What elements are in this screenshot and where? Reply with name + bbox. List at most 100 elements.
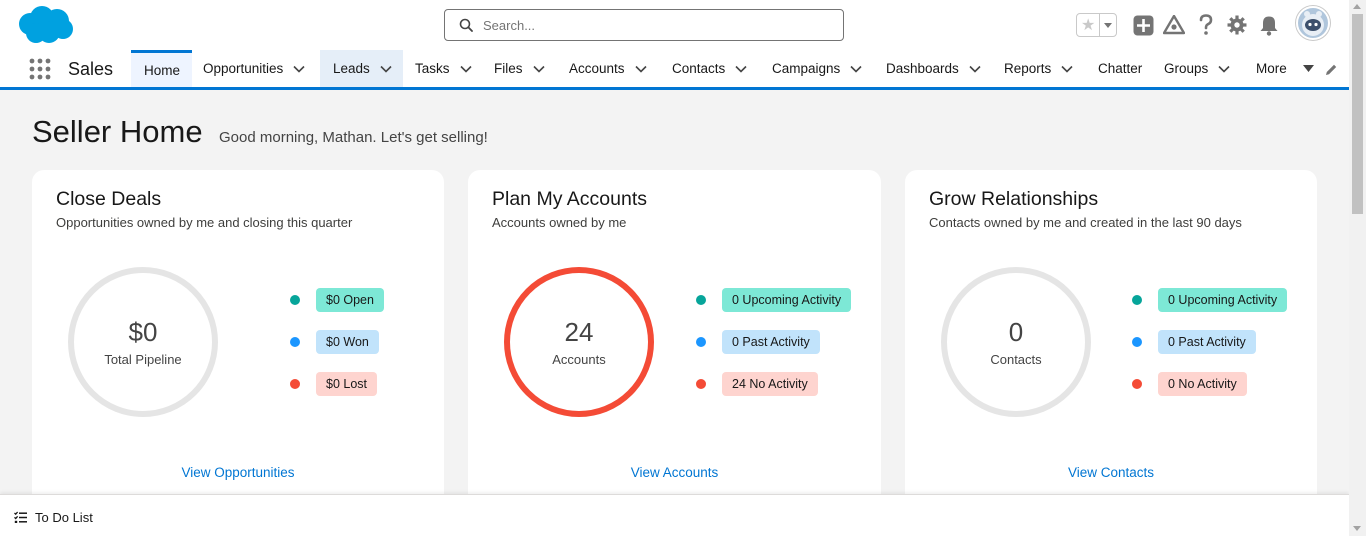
app-launcher-icon[interactable] — [29, 58, 51, 80]
page-title: Seller Home — [32, 114, 203, 149]
legend-pill: 24 No Activity — [722, 372, 818, 396]
tab-label: Leads — [333, 61, 370, 76]
view-accounts-link[interactable]: View Accounts — [468, 465, 881, 480]
tab-reports[interactable]: Reports — [1004, 50, 1073, 87]
plan-my-accounts-card: Plan My Accounts Accounts owned by me 24… — [468, 170, 881, 510]
tab-label: More — [1256, 61, 1287, 76]
chevron-down-icon — [1104, 22, 1113, 28]
tab-label: Campaigns — [772, 61, 841, 76]
teal-dot-icon — [290, 295, 300, 305]
chevron-down-icon[interactable] — [735, 65, 747, 73]
todo-list-label: To Do List — [35, 510, 93, 525]
accounts-ring-chart: 24 Accounts — [504, 267, 654, 417]
tab-leads[interactable]: Leads — [320, 50, 403, 87]
tab-label: Groups — [1164, 61, 1209, 76]
app-name: Sales — [68, 59, 114, 79]
legend-pill: 0 Upcoming Activity — [722, 288, 852, 312]
chevron-down-icon[interactable] — [459, 65, 472, 73]
red-dot-icon — [290, 379, 300, 389]
vertical-scrollbar[interactable] — [1349, 0, 1366, 536]
gear-icon[interactable] — [1226, 14, 1248, 36]
legend-pill: 0 No Activity — [1158, 372, 1247, 396]
astro-avatar-icon — [1302, 11, 1324, 36]
checklist-icon — [14, 511, 27, 523]
legend-pill: 0 Past Activity — [1158, 330, 1256, 354]
global-search[interactable] — [444, 9, 844, 41]
ring-value: $0 — [128, 317, 158, 347]
salesforce-logo[interactable] — [16, 5, 74, 45]
legend-item-past: 0 Past Activity — [696, 330, 820, 354]
favorites-dropdown[interactable] — [1099, 14, 1116, 36]
chevron-down-icon[interactable] — [293, 65, 305, 73]
ring-value: 24 — [564, 317, 594, 347]
chevron-down-icon[interactable] — [532, 65, 545, 73]
chevron-down-icon[interactable] — [634, 65, 647, 73]
legend-item-no-activity: 0 No Activity — [1132, 372, 1247, 396]
teal-dot-icon — [1132, 295, 1142, 305]
global-actions-icon[interactable] — [1132, 14, 1154, 36]
legend-pill: 0 Upcoming Activity — [1158, 288, 1288, 312]
legend-pill: 0 Past Activity — [722, 330, 820, 354]
tab-label: Home — [144, 62, 181, 78]
app-navigation: Sales Home Opportunities Leads Tasks Fil… — [0, 50, 1349, 90]
tab-more[interactable]: More — [1256, 50, 1314, 87]
tab-groups[interactable]: Groups — [1164, 50, 1230, 87]
tab-tasks[interactable]: Tasks — [415, 50, 472, 87]
chevron-down-icon[interactable] — [1218, 65, 1230, 73]
notifications-bell-icon[interactable] — [1258, 14, 1280, 36]
trailhead-guidance-icon[interactable] — [1163, 14, 1185, 36]
tab-accounts[interactable]: Accounts — [569, 50, 647, 87]
user-avatar[interactable] — [1296, 6, 1330, 40]
help-icon[interactable] — [1195, 14, 1217, 36]
global-header: ★ — [0, 0, 1349, 50]
edit-nav-pencil-icon[interactable] — [1324, 63, 1338, 77]
legend-pill: $0 Open — [316, 288, 384, 312]
tab-chatter[interactable]: Chatter — [1098, 50, 1142, 87]
legend-item-upcoming: 0 Upcoming Activity — [696, 288, 852, 312]
chevron-down-icon[interactable] — [1061, 65, 1073, 73]
favorites-control[interactable]: ★ — [1076, 13, 1117, 37]
chevron-down-icon[interactable] — [850, 65, 862, 73]
grow-relationships-card: Grow Relationships Contacts owned by me … — [905, 170, 1317, 510]
search-input[interactable] — [483, 17, 823, 33]
tab-dashboards[interactable]: Dashboards — [886, 50, 981, 87]
legend-item-past: 0 Past Activity — [1132, 330, 1256, 354]
card-title: Grow Relationships — [929, 188, 1099, 210]
tab-label: Dashboards — [886, 61, 959, 76]
search-icon — [459, 18, 473, 32]
card-subtitle: Accounts owned by me — [492, 215, 627, 230]
pipeline-ring-chart: $0 Total Pipeline — [68, 267, 218, 417]
tab-label: Contacts — [672, 61, 726, 76]
card-title: Plan My Accounts — [492, 188, 647, 210]
card-title: Close Deals — [56, 188, 162, 210]
utility-bar: To Do List — [0, 494, 1349, 536]
red-dot-icon — [1132, 379, 1142, 389]
ring-label: Accounts — [552, 352, 606, 367]
chevron-down-icon[interactable] — [969, 65, 981, 73]
view-contacts-link[interactable]: View Contacts — [905, 465, 1317, 480]
ring-label: Contacts — [990, 352, 1042, 367]
scrollbar-thumb[interactable] — [1352, 14, 1363, 214]
star-icon[interactable]: ★ — [1077, 14, 1099, 36]
tab-home[interactable]: Home — [131, 50, 192, 87]
card-subtitle: Opportunities owned by me and closing th… — [56, 215, 353, 230]
scroll-up-arrow-icon[interactable] — [1353, 4, 1361, 9]
tab-label: Accounts — [569, 61, 625, 76]
view-opportunities-link[interactable]: View Opportunities — [32, 465, 444, 480]
ring-value: 0 — [1008, 317, 1024, 347]
tab-campaigns[interactable]: Campaigns — [772, 50, 862, 87]
legend-item-upcoming: 0 Upcoming Activity — [1132, 288, 1288, 312]
blue-dot-icon — [1132, 337, 1142, 347]
tab-files[interactable]: Files — [494, 50, 545, 87]
tab-label: Tasks — [415, 61, 450, 76]
legend-pill: $0 Won — [316, 330, 379, 354]
legend-item-lost: $0 Lost — [290, 372, 378, 396]
tab-opportunities[interactable]: Opportunities — [203, 50, 305, 87]
scroll-down-arrow-icon[interactable] — [1353, 526, 1361, 531]
tab-contacts[interactable]: Contacts — [672, 50, 747, 87]
todo-list-button[interactable]: To Do List — [14, 510, 93, 525]
legend-item-won: $0 Won — [290, 330, 379, 354]
chevron-down-icon[interactable] — [380, 65, 392, 73]
legend-item-open: $0 Open — [290, 288, 384, 312]
caret-down-icon — [1302, 65, 1314, 72]
